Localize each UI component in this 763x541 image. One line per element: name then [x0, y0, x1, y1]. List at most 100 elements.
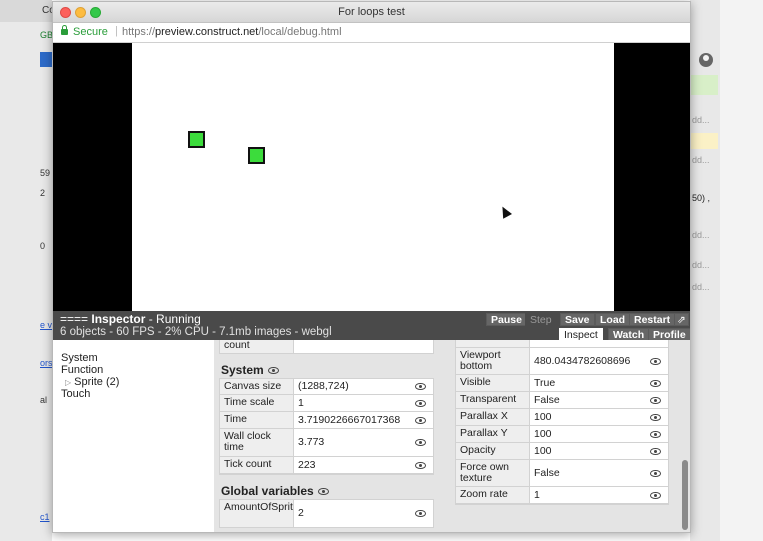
background-fragment: dd... [692, 260, 710, 270]
secure-label: Secure [73, 26, 108, 38]
tree-item-sprite[interactable]: ▷ Sprite (2) [65, 376, 119, 388]
value-text: 100 [534, 411, 552, 423]
eye-icon[interactable] [650, 470, 661, 477]
eye-icon[interactable] [415, 462, 426, 469]
group-title-global-variables[interactable]: Global variables [221, 484, 329, 498]
inspector-name: Inspector [91, 312, 146, 326]
eye-icon[interactable] [650, 380, 661, 387]
property-value[interactable]: 3.773 [294, 429, 433, 456]
inspector-drag-handle[interactable]: ==== [60, 312, 88, 326]
inspector-header: ==== Inspector - Running 6 objects - 60 … [53, 311, 690, 341]
background-fragment: 59 [40, 168, 51, 178]
property-value[interactable]: 2 [294, 500, 433, 527]
popout-icon[interactable]: ⇗ [674, 313, 689, 326]
value-text: 100 [534, 428, 552, 440]
background-link[interactable]: ors [40, 358, 53, 368]
url-text[interactable]: https://preview.construct.net/local/debu… [122, 26, 342, 38]
tree-item-system[interactable]: System [61, 352, 98, 364]
inspector-body: System Function ▷ Sprite (2) Touch count … [53, 340, 690, 532]
eye-icon[interactable] [650, 358, 661, 365]
group-title-system[interactable]: System [221, 363, 279, 377]
value-text: 1 [534, 489, 540, 501]
background-fragment: 50) , [692, 193, 711, 203]
tree-item-touch[interactable]: Touch [61, 388, 90, 400]
value-text: 480.0434782608696 [534, 355, 631, 367]
property-label: Zoom rate [456, 487, 529, 503]
eye-icon[interactable] [650, 492, 661, 499]
pause-button[interactable]: Pause [486, 313, 527, 326]
property-value-partial [530, 340, 668, 347]
property-value[interactable]: False [530, 460, 668, 486]
address-bar[interactable]: Secure | https://preview.construct.net/l… [53, 23, 690, 43]
eye-icon[interactable] [415, 383, 426, 390]
property-label: Time scale [220, 395, 293, 411]
background-fragment: dd... [692, 230, 710, 240]
property-label: Tick count [220, 457, 293, 473]
eye-icon[interactable] [267, 367, 279, 375]
url-scheme: https:// [122, 26, 156, 38]
tree-item-function[interactable]: Function [61, 364, 103, 376]
background-highlight [690, 133, 718, 149]
lock-icon [61, 25, 68, 35]
property-value[interactable]: 1 [294, 395, 433, 411]
eye-icon[interactable] [415, 510, 426, 517]
sprite-instance[interactable] [248, 147, 265, 164]
eye-icon[interactable] [415, 439, 426, 446]
value-text: (1288,724) [298, 380, 349, 392]
url-host: preview.construct.net [155, 26, 259, 38]
eye-icon[interactable] [415, 400, 426, 407]
background-fragment: 0 [40, 241, 46, 251]
property-value[interactable]: 223 [294, 457, 433, 473]
group-title-label: System [221, 363, 264, 377]
value-text: False [534, 394, 560, 406]
background-link[interactable]: e v [40, 320, 52, 330]
value-text: 100 [534, 445, 552, 457]
background-window-right: dd... dd... 50) , dd... dd... dd... [690, 0, 763, 541]
property-value[interactable]: 100 [530, 409, 668, 425]
property-value[interactable]: 480.0434782608696 [530, 348, 668, 374]
property-value[interactable]: 100 [530, 426, 668, 442]
inspector-title: ==== Inspector - Running [60, 312, 201, 326]
value-text: True [534, 377, 556, 389]
background-fragment: al [40, 395, 48, 405]
value-text: 1 [298, 397, 304, 409]
object-tree: System Function ▷ Sprite (2) Touch [53, 340, 214, 532]
account-icon[interactable] [699, 53, 713, 67]
title-bar[interactable]: For loops test [53, 2, 690, 23]
property-label: Opacity [456, 443, 529, 459]
background-fragment: 2 [40, 188, 46, 198]
global-variables-table: AmountOfSpritesToSpawn 2 [219, 499, 434, 528]
screen: Co GB] 59 2 0 e v ors al c1 dd... dd... … [0, 0, 763, 541]
scrollbar-thumb[interactable] [682, 460, 688, 530]
game-viewport[interactable] [53, 43, 690, 311]
property-value[interactable]: 100 [530, 443, 668, 459]
property-value[interactable]: 1 [530, 487, 668, 503]
background-link[interactable]: c1 [40, 512, 50, 522]
expand-arrow-icon[interactable]: ▷ [65, 378, 71, 387]
step-button[interactable]: Step [525, 313, 557, 326]
sprite-instance[interactable] [188, 131, 205, 148]
property-value[interactable]: 3.7190226667017368 [294, 412, 433, 428]
value-text: 223 [298, 459, 316, 471]
eye-icon[interactable] [650, 414, 661, 421]
property-label: Canvas size [220, 379, 293, 394]
eye-icon[interactable] [650, 448, 661, 455]
background-window-left: Co GB] 59 2 0 e v ors al c1 [0, 0, 56, 541]
eye-icon[interactable] [650, 431, 661, 438]
load-button[interactable]: Load [595, 313, 631, 326]
inspector-scrollbar[interactable] [679, 340, 690, 532]
url-path: /local/debug.html [258, 26, 342, 38]
property-value[interactable]: True [530, 375, 668, 391]
inspector-stats: 6 objects - 60 FPS - 2% CPU - 7.1mb imag… [60, 326, 332, 338]
value-text: 3.7190226667017368 [298, 414, 401, 426]
property-value[interactable]: (1288,724) [294, 379, 433, 394]
restart-button[interactable]: Restart [629, 313, 676, 326]
inspector-state: - Running [145, 312, 201, 326]
eye-icon[interactable] [317, 488, 329, 496]
property-value[interactable]: False [530, 392, 668, 408]
game-canvas[interactable] [132, 43, 614, 311]
mouse-cursor-icon [498, 204, 512, 219]
eye-icon[interactable] [415, 417, 426, 424]
eye-icon[interactable] [650, 397, 661, 404]
save-button[interactable]: Save [560, 313, 595, 326]
